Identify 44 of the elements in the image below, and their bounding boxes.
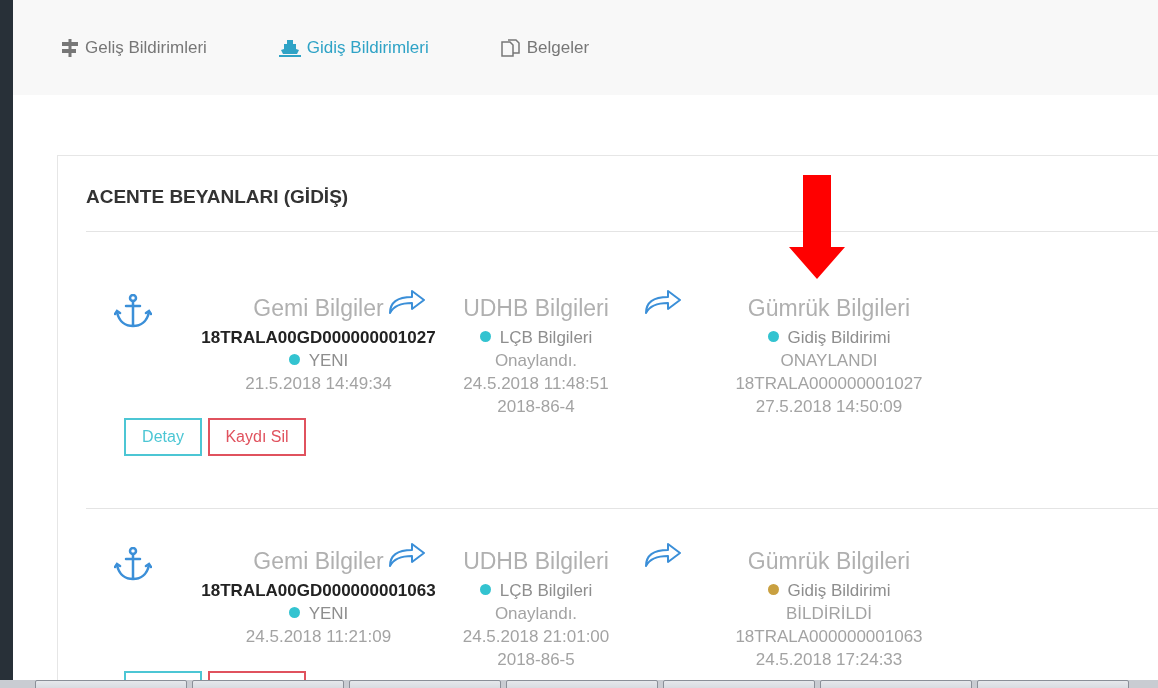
ship-number: 18TRALA00GD000000001027 <box>201 327 436 349</box>
nav-tab[interactable]: Belgeler <box>500 31 590 64</box>
section-heading: Gemi Bilgiler <box>253 294 384 322</box>
pointer-arrow-icon <box>789 175 845 279</box>
info-text: Onaylandı. <box>494 603 578 625</box>
delete-button[interactable]: Kaydı Sil <box>208 418 306 456</box>
panel-title: ACENTE BEYANLARI (GİDİŞ) <box>86 185 349 209</box>
status-text: LÇB Bilgileri <box>499 581 593 600</box>
status-text: Gidiş Bildirimi <box>787 328 891 347</box>
section-heading: Gemi Bilgiler <box>253 547 384 575</box>
info-text: 2018-86-5 <box>497 649 575 671</box>
info-text: 27.5.2018 14:50:09 <box>755 396 903 418</box>
anchor-icon <box>114 294 152 328</box>
ship-number: 18TRALA00GD000000001063 <box>201 580 436 602</box>
ship-icon <box>278 38 301 57</box>
section-heading: UDHB Bilgileri <box>463 547 609 575</box>
info-text: 24.5.2018 21:01:00 <box>462 626 610 648</box>
share-arrow-icon <box>388 541 426 567</box>
status-text: YENI <box>308 604 349 623</box>
info-text: 2018-86-4 <box>497 396 575 418</box>
info-text: 24.5.2018 11:48:51 <box>463 373 609 395</box>
section-heading: Gümrük Bilgileri <box>747 294 911 322</box>
info-text: ONAYLANDI <box>780 350 878 372</box>
info-text: 18TRALA000000001027 <box>735 373 923 395</box>
status-text: LÇB Bilgileri <box>499 328 593 347</box>
share-arrow-icon <box>643 288 682 314</box>
info-text: 24.5.2018 17:24:33 <box>755 649 903 671</box>
detail-button[interactable]: Detay <box>124 418 202 456</box>
info-text: Onaylandı. <box>494 350 578 372</box>
share-arrow-icon <box>643 541 682 567</box>
nav-tab[interactable]: Geliş Bildirimleri <box>61 31 207 64</box>
info-text: BİLDİRİLDİ <box>786 603 872 625</box>
info-text: 18TRALA000000001063 <box>735 626 923 648</box>
share-arrow-icon <box>388 288 426 314</box>
section-heading: UDHB Bilgileri <box>463 294 609 322</box>
date-text: 24.5.2018 11:21:09 <box>245 626 392 648</box>
documents-icon <box>500 38 521 57</box>
status-text: YENI <box>308 351 349 370</box>
anchor-icon <box>114 547 152 581</box>
date-text: 21.5.2018 14:49:34 <box>245 373 392 395</box>
signpost-icon <box>61 38 79 57</box>
status-text: Gidiş Bildirimi <box>787 581 891 600</box>
section-heading: Gümrük Bilgileri <box>747 547 911 575</box>
nav-tab[interactable]: Gidiş Bildirimleri <box>278 31 429 64</box>
